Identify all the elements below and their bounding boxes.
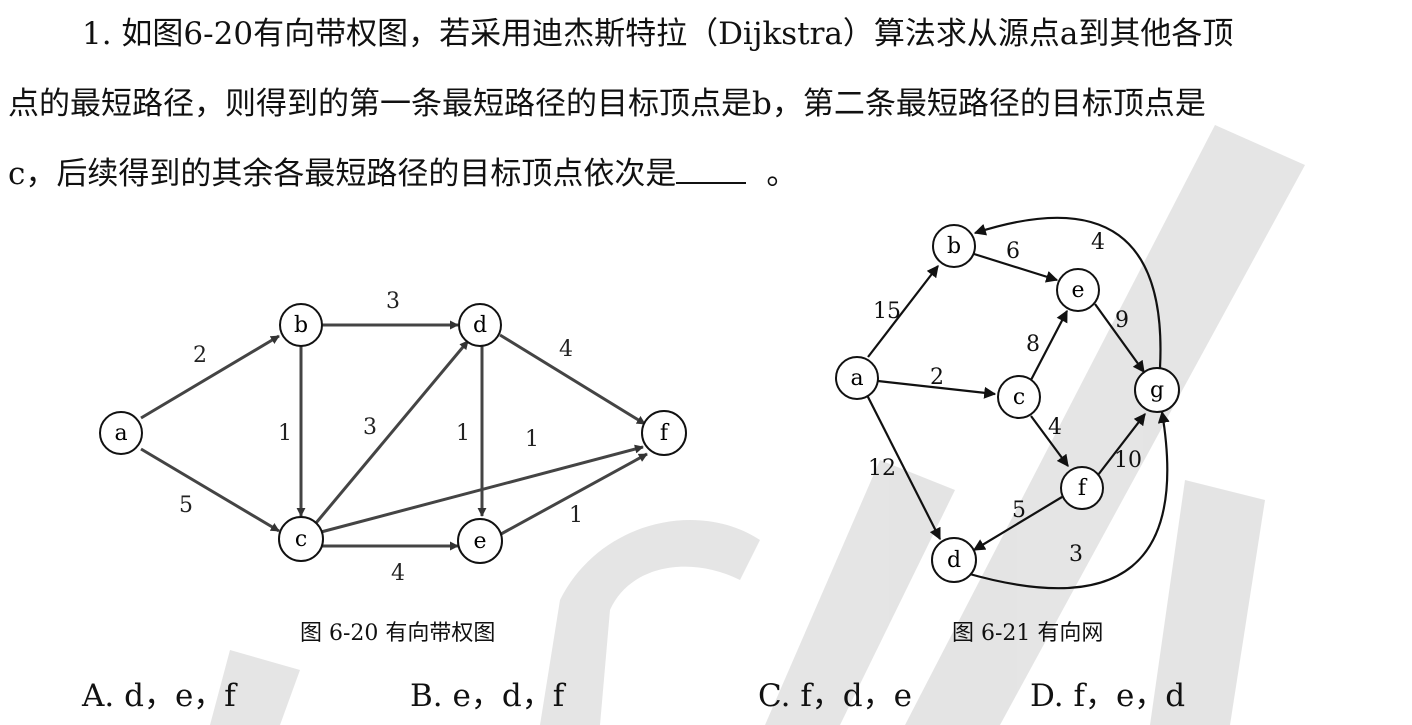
weight-c-f: 4 <box>1048 415 1062 440</box>
svg-text:a: a <box>850 366 863 391</box>
svg-text:c: c <box>1013 385 1025 410</box>
node-a-fig20: a <box>99 411 143 455</box>
svg-text:e: e <box>1071 278 1084 303</box>
edge-c-d <box>314 340 470 524</box>
option-c[interactable]: C. f，d，e <box>758 670 912 715</box>
node-e-fig20: e <box>457 518 503 564</box>
node-d-fig20: d <box>458 303 502 347</box>
node-c-fig20: c <box>278 516 324 562</box>
option-a[interactable]: A. d，e，f <box>82 670 236 715</box>
weight-b-c: 1 <box>278 421 292 446</box>
svg-text:b: b <box>947 234 961 259</box>
weight-a-c: 5 <box>179 493 193 518</box>
weight-d-g: 3 <box>1069 542 1083 567</box>
option-b-letter: B. <box>410 678 443 714</box>
node-d-fig21: d <box>931 537 977 583</box>
option-d[interactable]: D. f，e，d <box>1030 670 1185 715</box>
weight-a-c: 2 <box>930 365 944 390</box>
node-a-fig21: a <box>835 356 879 400</box>
weight-f-d: 5 <box>1012 498 1026 523</box>
weight-d-e: 1 <box>456 421 470 446</box>
weight-f-g: 10 <box>1114 448 1142 473</box>
weight-b-e: 6 <box>1006 239 1020 264</box>
weight-a-b: 2 <box>193 343 207 368</box>
svg-text:a: a <box>114 421 127 446</box>
node-b-fig20: b <box>279 303 323 347</box>
svg-text:c: c <box>295 527 307 552</box>
weight-e-g: 9 <box>1115 308 1129 333</box>
option-a-text: d，e，f <box>124 678 236 714</box>
weight-a-d: 12 <box>868 456 896 481</box>
option-a-letter: A. <box>82 678 115 714</box>
node-b-fig21: b <box>932 224 976 268</box>
option-b[interactable]: B. e，d，f <box>410 670 564 715</box>
option-d-text: f，e，d <box>1073 678 1186 714</box>
weight-a-b: 15 <box>873 299 901 324</box>
svg-text:b: b <box>294 313 308 338</box>
option-b-text: e，d，f <box>452 678 565 714</box>
svg-text:g: g <box>1150 378 1164 403</box>
weight-e-f: 1 <box>569 503 583 528</box>
svg-text:d: d <box>473 313 487 338</box>
node-f-fig20: f <box>641 410 687 456</box>
node-c-fig21: c <box>997 375 1041 419</box>
weight-c-d: 3 <box>363 415 377 440</box>
weight-c-e: 8 <box>1026 332 1040 357</box>
weight-d-f: 4 <box>559 337 573 362</box>
option-c-text: f，d，e <box>800 678 912 714</box>
caption-fig-6-20: 图 6-20 有向带权图 <box>300 621 496 646</box>
edge-a-c <box>140 447 280 533</box>
caption-fig-6-21: 图 6-21 有向网 <box>952 621 1104 646</box>
option-d-letter: D. <box>1030 678 1064 714</box>
node-f-fig21: f <box>1060 466 1104 510</box>
svg-text:d: d <box>947 548 961 573</box>
weight-c-e: 4 <box>391 561 405 586</box>
graphs: 2 5 3 1 3 1 1 4 4 1 a b c d e f 15 2 12 … <box>99 216 1180 590</box>
weight-c-f: 1 <box>525 427 539 452</box>
weight-b-d: 3 <box>386 289 400 314</box>
weight-g-b: 4 <box>1091 230 1105 255</box>
svg-text:e: e <box>473 529 486 554</box>
node-e-fig21: e <box>1056 268 1100 312</box>
option-c-letter: C. <box>758 678 791 714</box>
node-g-fig21: g <box>1134 367 1180 413</box>
edge-a-b <box>140 334 280 420</box>
